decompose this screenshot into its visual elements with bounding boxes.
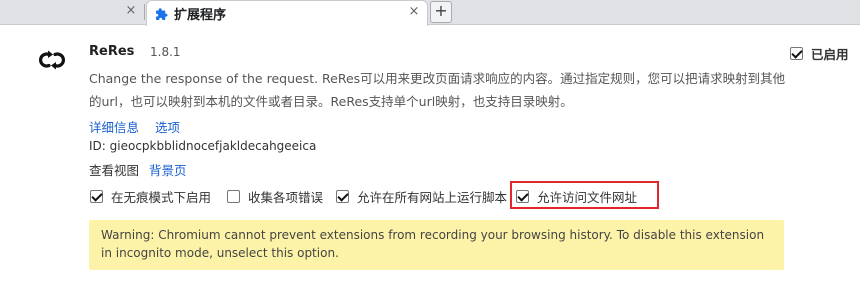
- highlight-box: [510, 181, 659, 209]
- incognito-warning: Warning: Chromium cannot prevent extensi…: [89, 220, 784, 270]
- all-sites-checkbox[interactable]: [336, 190, 349, 203]
- enabled-toggle[interactable]: 已启用: [790, 44, 849, 63]
- option-incognito[interactable]: 在无痕模式下启用: [90, 187, 211, 206]
- tab-title: 扩展程序: [174, 8, 227, 23]
- tab-close-icon[interactable]: ×: [124, 4, 138, 18]
- tab-separator: [144, 4, 145, 20]
- extension-description: Change the response of the request. ReRe…: [89, 71, 786, 109]
- new-tab-button[interactable]: +: [430, 1, 452, 23]
- option-label: 收集各项错误: [248, 190, 324, 205]
- inspect-views: 查看视图 背景页: [89, 160, 187, 179]
- puzzle-piece-icon: [155, 6, 169, 20]
- details-link[interactable]: 详细信息: [89, 120, 139, 135]
- option-label: 允许在所有网站上运行脚本: [357, 190, 508, 205]
- tab-close-icon[interactable]: ×: [407, 5, 421, 19]
- enabled-label: 已启用: [811, 47, 849, 62]
- option-all-sites[interactable]: 允许在所有网站上运行脚本: [336, 187, 507, 206]
- tab-extensions[interactable]: 扩展程序 ×: [146, 0, 428, 26]
- option-collect-errors[interactable]: 收集各项错误: [227, 187, 323, 206]
- enabled-checkbox[interactable]: [790, 47, 803, 60]
- inspect-views-label: 查看视图: [89, 163, 140, 178]
- tab-strip: × 扩展程序 × +: [0, 0, 860, 26]
- option-label: 在无痕模式下启用: [111, 190, 212, 205]
- extension-links: 详细信息 选项: [89, 117, 180, 136]
- extension-version: 1.8.1: [150, 45, 181, 59]
- options-link[interactable]: 选项: [155, 120, 180, 135]
- extension-name: ReRes: [89, 44, 135, 59]
- collect-errors-checkbox[interactable]: [227, 190, 240, 203]
- background-page-link[interactable]: 背景页: [149, 163, 187, 178]
- incognito-checkbox[interactable]: [90, 190, 103, 203]
- extension-id: ID: gieocpkbblidnocefjakldecahgeeica: [89, 139, 317, 153]
- rotate-arrows-icon: [36, 48, 68, 72]
- tab-previous[interactable]: ×: [0, 0, 144, 25]
